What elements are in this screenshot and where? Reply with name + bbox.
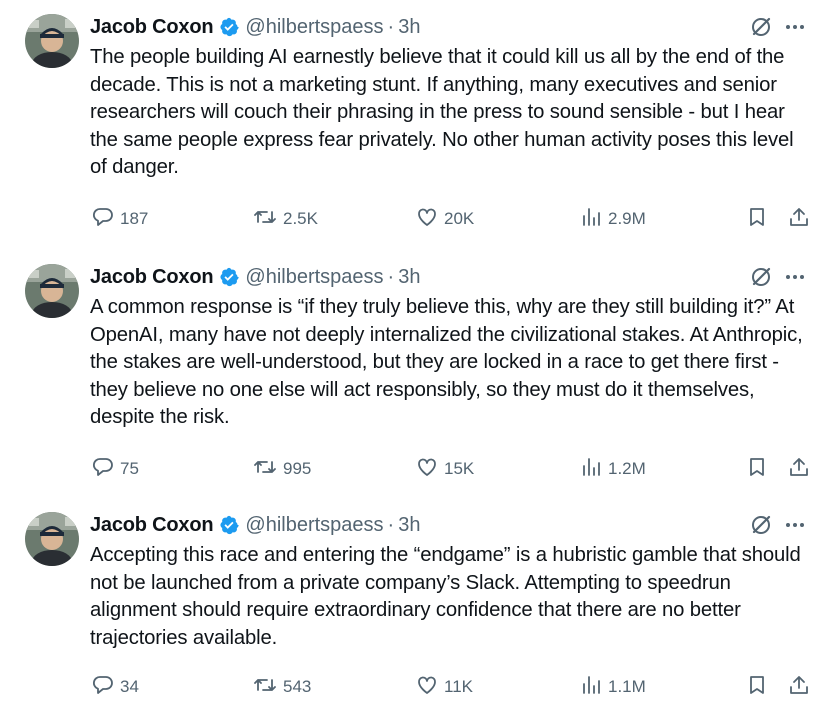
tweet-actions: 34 543 11K 1.1M xyxy=(0,672,832,702)
share-button[interactable] xyxy=(788,672,816,702)
tweet-text: A common response is “if they truly beli… xyxy=(90,296,803,428)
avatar[interactable] xyxy=(25,14,79,68)
reply-icon xyxy=(92,674,120,701)
timestamp[interactable]: 3h xyxy=(398,266,420,289)
bookmark-icon xyxy=(746,674,774,701)
bookmark-button[interactable] xyxy=(746,454,774,484)
share-icon xyxy=(788,674,816,701)
share-icon xyxy=(788,456,816,483)
author-handle[interactable]: @hilbertspaess xyxy=(245,16,383,39)
like-button[interactable]: 20K xyxy=(416,204,474,234)
tweet-thread: Jacob Coxon @hilbertspaess · 3h The peop… xyxy=(0,0,832,703)
grok-icon[interactable] xyxy=(750,266,772,293)
tweet[interactable]: Jacob Coxon @hilbertspaess · 3h The peop… xyxy=(0,0,832,250)
views-icon xyxy=(580,456,608,483)
like-count: 11K xyxy=(444,677,473,696)
reply-button[interactable]: 75 xyxy=(92,454,139,484)
tweet-actions: 75 995 15K 1.2M xyxy=(0,454,832,484)
repost-count: 543 xyxy=(283,677,312,696)
verified-badge-icon xyxy=(219,267,240,287)
share-button[interactable] xyxy=(788,454,816,484)
views-count: 2.9M xyxy=(608,209,646,228)
like-icon xyxy=(416,206,444,233)
separator-dot: · xyxy=(387,513,395,536)
tweet[interactable]: Jacob Coxon @hilbertspaess · 3h Acceptin… xyxy=(0,498,832,703)
separator-dot: · xyxy=(387,15,395,38)
bookmark-button[interactable] xyxy=(746,672,774,702)
author-handle[interactable]: @hilbertspaess xyxy=(245,266,383,289)
repost-count: 995 xyxy=(283,459,312,478)
bookmark-icon xyxy=(746,456,774,483)
share-icon xyxy=(788,206,816,233)
views-icon xyxy=(580,206,608,233)
verified-badge-icon xyxy=(219,515,240,535)
author-name[interactable]: Jacob Coxon xyxy=(90,16,214,39)
views-button[interactable]: 1.2M xyxy=(580,454,646,484)
reply-button[interactable]: 34 xyxy=(92,672,139,702)
reply-count: 75 xyxy=(120,459,139,478)
reply-count: 34 xyxy=(120,677,139,696)
separator-dot: · xyxy=(387,265,395,288)
author-handle[interactable]: @hilbertspaess xyxy=(245,514,383,537)
repost-icon xyxy=(253,456,283,483)
tweet-header: Jacob Coxon @hilbertspaess · 3h xyxy=(90,510,420,540)
like-count: 20K xyxy=(444,209,475,228)
views-count: 1.2M xyxy=(608,459,646,478)
repost-icon xyxy=(253,206,283,233)
more-icon[interactable] xyxy=(784,514,806,541)
repost-icon xyxy=(253,674,283,701)
views-count: 1.1M xyxy=(608,677,646,696)
more-icon[interactable] xyxy=(784,266,806,293)
tweet-header: Jacob Coxon @hilbertspaess · 3h xyxy=(90,12,420,42)
repost-count: 2.5K xyxy=(283,209,318,228)
tweet-header: Jacob Coxon @hilbertspaess · 3h xyxy=(90,262,420,292)
reply-icon xyxy=(92,456,120,483)
repost-button[interactable]: 543 xyxy=(253,672,311,702)
more-icon[interactable] xyxy=(784,16,806,43)
like-button[interactable]: 15K xyxy=(416,454,474,484)
tweet-text: Accepting this race and entering the “en… xyxy=(90,544,801,649)
verified-badge-icon xyxy=(219,17,240,37)
timestamp[interactable]: 3h xyxy=(398,514,420,537)
bookmark-button[interactable] xyxy=(746,204,774,234)
like-count: 15K xyxy=(444,459,475,478)
like-icon xyxy=(416,456,444,483)
timestamp[interactable]: 3h xyxy=(398,16,420,39)
reply-button[interactable]: 187 xyxy=(92,204,148,234)
author-name[interactable]: Jacob Coxon xyxy=(90,266,214,289)
tweet-text: The people building AI earnestly believe… xyxy=(90,46,794,178)
views-button[interactable]: 2.9M xyxy=(580,204,646,234)
reply-icon xyxy=(92,206,120,233)
avatar[interactable] xyxy=(25,512,79,566)
reply-count: 187 xyxy=(120,209,149,228)
author-name[interactable]: Jacob Coxon xyxy=(90,514,214,537)
grok-icon[interactable] xyxy=(750,514,772,541)
tweet-actions: 187 2.5K 20K 2.9M xyxy=(0,204,832,234)
share-button[interactable] xyxy=(788,204,816,234)
avatar[interactable] xyxy=(25,264,79,318)
repost-button[interactable]: 995 xyxy=(253,454,311,484)
like-button[interactable]: 11K xyxy=(416,672,473,702)
tweet[interactable]: Jacob Coxon @hilbertspaess · 3h A common… xyxy=(0,250,832,498)
grok-icon[interactable] xyxy=(750,16,772,43)
bookmark-icon xyxy=(746,206,774,233)
views-button[interactable]: 1.1M xyxy=(580,672,646,702)
views-icon xyxy=(580,674,608,701)
like-icon xyxy=(416,674,444,701)
repost-button[interactable]: 2.5K xyxy=(253,204,318,234)
